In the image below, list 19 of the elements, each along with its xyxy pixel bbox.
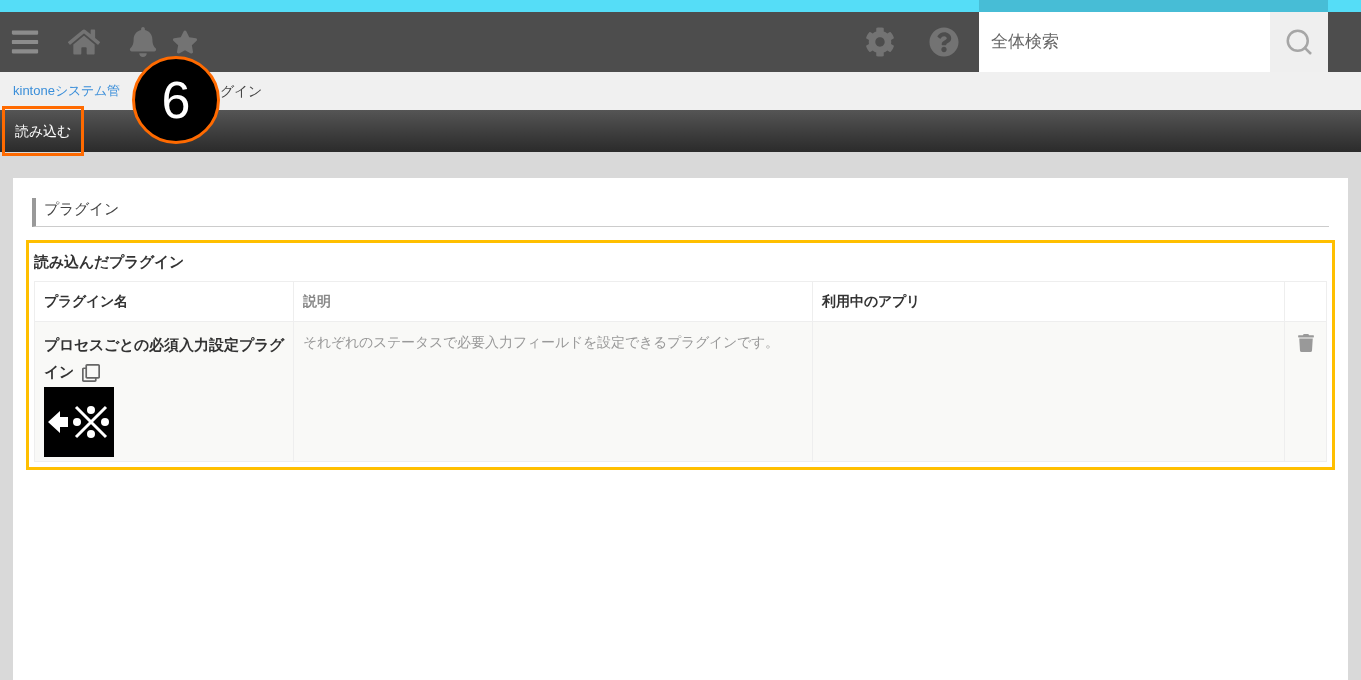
trash-icon[interactable]: [1297, 334, 1314, 353]
section-title: プラグイン: [32, 198, 1329, 227]
column-header: プラグイン名: [34, 281, 294, 322]
open-window-icon[interactable]: [82, 364, 100, 383]
settings-icon[interactable]: [865, 27, 895, 57]
plugin-name: プロセスごとの必須入力設定プラグイン: [44, 331, 284, 385]
search-icon: [1284, 27, 1314, 57]
plugin-logo-icon: [44, 387, 114, 457]
help-icon[interactable]: [929, 27, 959, 57]
column-header: 説明: [293, 281, 813, 322]
star-icon[interactable]: [172, 29, 198, 55]
panel-title: 読み込んだプラグイン: [34, 251, 185, 272]
breadcrumb-link[interactable]: グイン: [219, 80, 262, 102]
bell-icon[interactable]: [128, 27, 158, 57]
search-field[interactable]: 全体検索: [979, 12, 1270, 72]
column-header: 利用中のアプリ: [812, 281, 1285, 322]
plugin-description: それぞれのステータスで必要入力フィールドを設定できるプラグインです。: [303, 333, 780, 352]
search-button[interactable]: [1270, 12, 1328, 72]
load-button[interactable]: 読み込む: [2, 106, 84, 156]
